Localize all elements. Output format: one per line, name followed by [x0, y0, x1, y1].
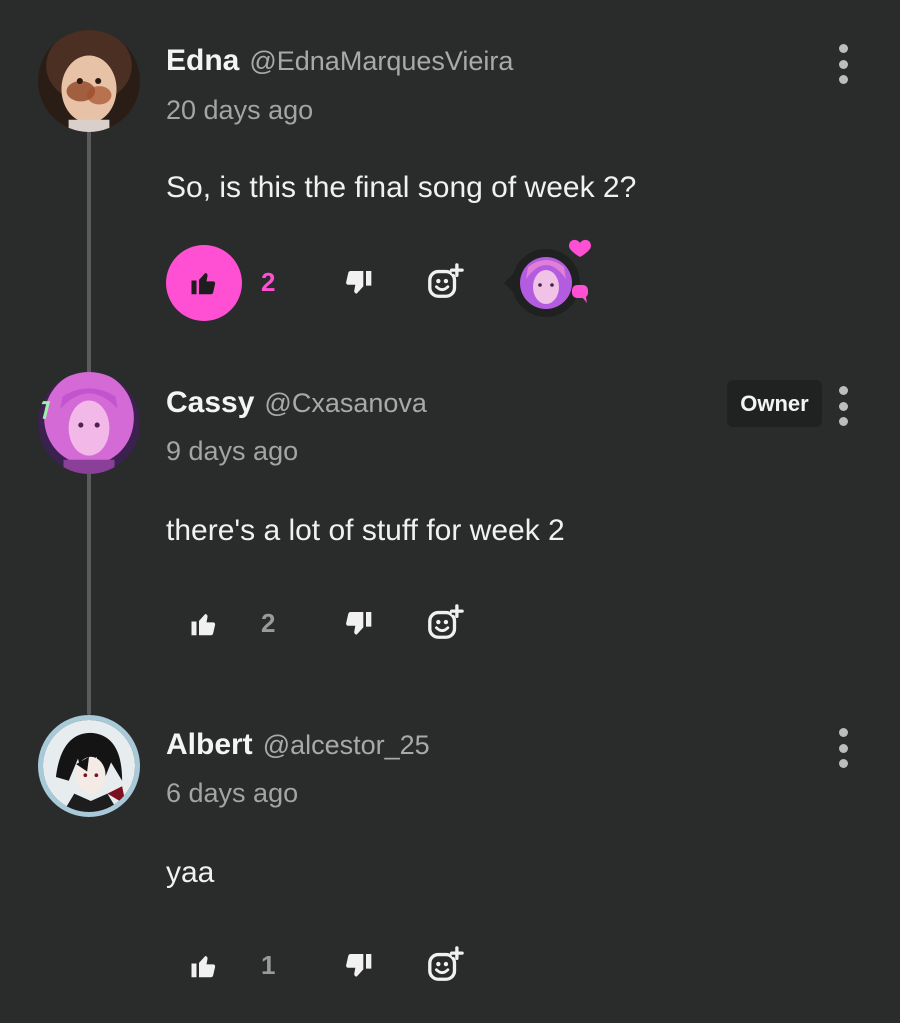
author-name[interactable]: Cassy	[166, 386, 254, 420]
comment-actions: 2	[166, 586, 666, 664]
like-count: 2	[261, 608, 276, 638]
comment-timestamp: 6 days ago	[166, 778, 299, 808]
author-handle[interactable]: @alcestor_25	[263, 730, 430, 761]
add-reaction-icon[interactable]	[426, 263, 464, 301]
thumbs-down-icon[interactable]	[342, 608, 374, 640]
comment-actions: 1	[166, 928, 666, 1006]
comment-text: yaa	[166, 856, 215, 889]
thumbs-up-icon	[191, 614, 216, 636]
avatar[interactable]	[38, 30, 140, 132]
thumbs-down-icon[interactable]	[342, 950, 374, 982]
add-reaction-icon[interactable]	[426, 604, 464, 642]
author-name[interactable]: Edna	[166, 44, 239, 78]
comment-timestamp: 9 days ago	[166, 436, 299, 466]
comment-text: So, is this the final song of week 2?	[166, 171, 637, 204]
comment-timestamp: 20 days ago	[166, 95, 314, 125]
like-button[interactable]	[166, 928, 242, 1004]
comment-text: there's a lot of stuff for week 2	[166, 514, 565, 547]
comment-thread: Edna @EdnaMarquesVieira 20 days ago So, …	[0, 0, 900, 1023]
thumbs-up-icon	[191, 273, 216, 295]
like-button[interactable]	[166, 586, 242, 662]
avatar[interactable]	[38, 372, 140, 474]
thumbs-up-icon	[191, 956, 216, 978]
creator-heart-icon	[504, 239, 591, 317]
author-handle[interactable]: @Cxasanova	[264, 388, 427, 419]
more-options-icon[interactable]	[832, 44, 854, 84]
author-name[interactable]: Albert	[166, 728, 253, 762]
more-options-icon[interactable]	[832, 728, 854, 768]
like-button[interactable]	[166, 245, 242, 321]
comment-actions: 2	[166, 239, 666, 323]
owner-badge: Owner	[727, 380, 822, 427]
thumbs-down-icon[interactable]	[342, 267, 374, 299]
like-count: 2	[261, 267, 276, 297]
author-handle[interactable]: @EdnaMarquesVieira	[249, 46, 513, 77]
more-options-icon[interactable]	[832, 386, 854, 426]
add-reaction-icon[interactable]	[426, 946, 464, 984]
like-count: 1	[261, 950, 276, 980]
avatar[interactable]	[38, 715, 140, 817]
